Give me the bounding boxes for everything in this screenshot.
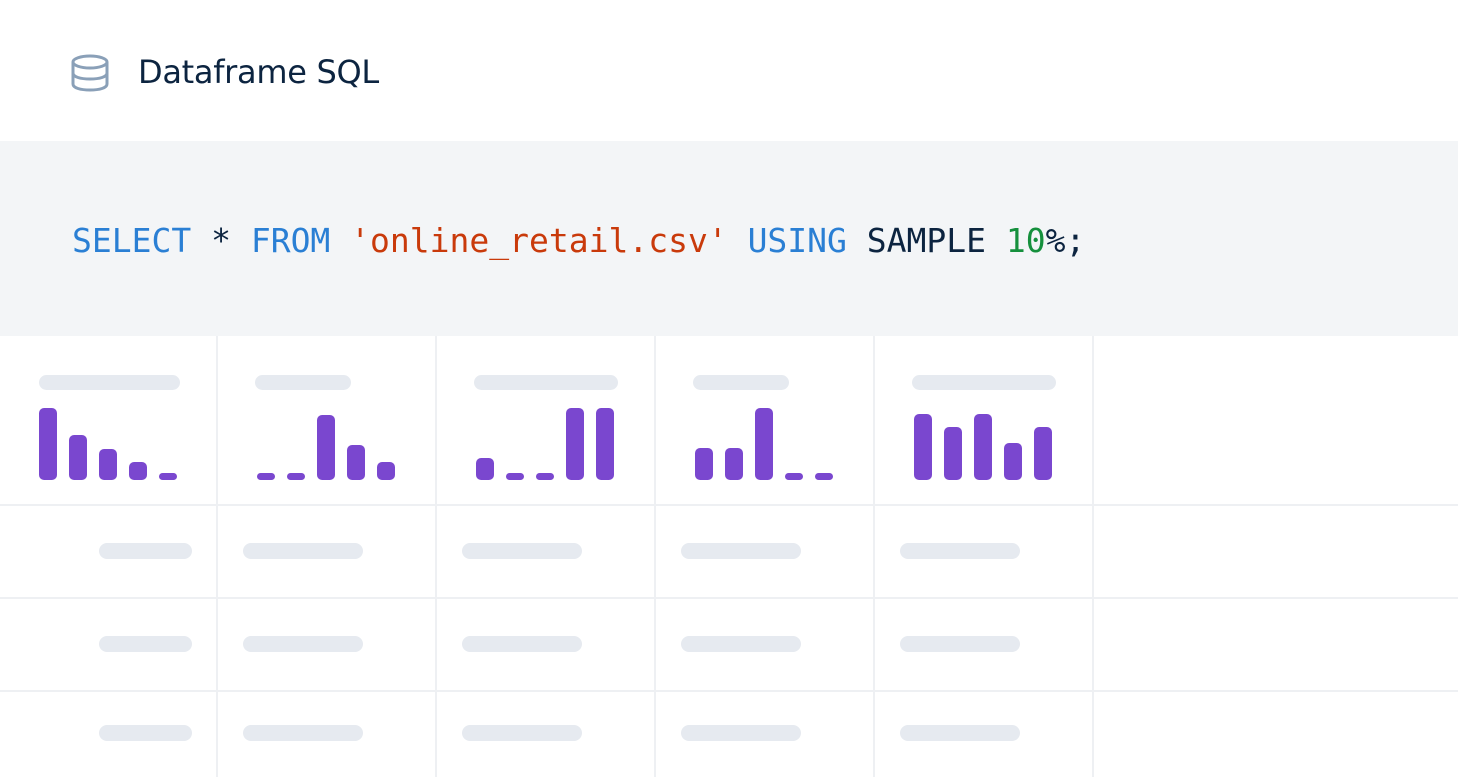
sql-token-plain: * (191, 221, 251, 260)
column-header-placeholder (693, 375, 789, 390)
column-header-placeholder (255, 375, 351, 390)
histogram-bar (506, 473, 524, 480)
row-divider (0, 597, 1458, 599)
histogram-bar (287, 473, 305, 480)
histogram-bar (1034, 427, 1052, 480)
column-divider (873, 336, 875, 777)
sql-token-plain (330, 221, 350, 260)
histogram-bar (129, 462, 147, 480)
histogram-bar (944, 427, 962, 480)
app-header: Dataframe SQL (0, 0, 1458, 141)
database-icon (71, 54, 109, 92)
sql-token-number: 10 (1005, 221, 1046, 260)
histogram-bar (815, 473, 833, 480)
histogram-bar (536, 473, 554, 480)
row-divider (0, 504, 1458, 506)
table-cell-placeholder (99, 542, 192, 559)
column-header-placeholder (912, 375, 1056, 390)
table-cell-placeholder (681, 542, 801, 559)
histogram-bar (785, 473, 803, 480)
column-header-placeholder (39, 375, 180, 390)
column-header-placeholder (474, 375, 618, 390)
histogram-bar (377, 462, 395, 480)
table-cell-placeholder (243, 725, 363, 741)
histogram-bar (317, 415, 335, 480)
sql-token-string: 'online_retail.csv' (350, 221, 728, 260)
histogram-bar (695, 448, 713, 480)
histogram-bar (99, 449, 117, 480)
sql-token-keyword: FROM (250, 221, 331, 260)
table-cell-placeholder (99, 725, 192, 741)
sql-query[interactable]: SELECT * FROM 'online_retail.csv' USING … (72, 219, 1085, 263)
histogram-bar (725, 448, 743, 480)
table-cell-placeholder (681, 725, 801, 741)
histogram-bar (476, 458, 494, 480)
histogram-bar (257, 473, 275, 480)
histogram-bar (914, 414, 932, 480)
table-cell-placeholder (900, 725, 1020, 741)
row-divider (0, 690, 1458, 692)
table-cell-placeholder (681, 635, 801, 652)
histogram-bar (1004, 443, 1022, 480)
sql-token-plain: SAMPLE (846, 221, 1006, 260)
histogram-bar (755, 408, 773, 480)
histogram-bar (974, 414, 992, 480)
sql-token-keyword: USING (747, 221, 847, 260)
histogram-bar (347, 445, 365, 480)
table-cell-placeholder (462, 542, 582, 559)
histogram-bar (39, 408, 57, 480)
table-cell-placeholder (900, 635, 1020, 652)
histogram-bar (596, 408, 614, 480)
table-cell-placeholder (243, 635, 363, 652)
histogram-bar (69, 435, 87, 480)
page-title: Dataframe SQL (138, 53, 379, 91)
column-divider (1092, 336, 1094, 777)
sql-token-plain: %; (1045, 221, 1086, 260)
table-cell-placeholder (462, 635, 582, 652)
histogram-bar (159, 473, 177, 480)
table-cell-placeholder (462, 725, 582, 741)
column-divider (435, 336, 437, 777)
sql-token-plain (728, 221, 748, 260)
histogram-bar (566, 408, 584, 480)
sql-token-keyword: SELECT (72, 221, 192, 260)
table-cell-placeholder (99, 635, 192, 652)
column-divider (216, 336, 218, 777)
table-cell-placeholder (900, 542, 1020, 559)
column-divider (654, 336, 656, 777)
table-cell-placeholder (243, 542, 363, 559)
